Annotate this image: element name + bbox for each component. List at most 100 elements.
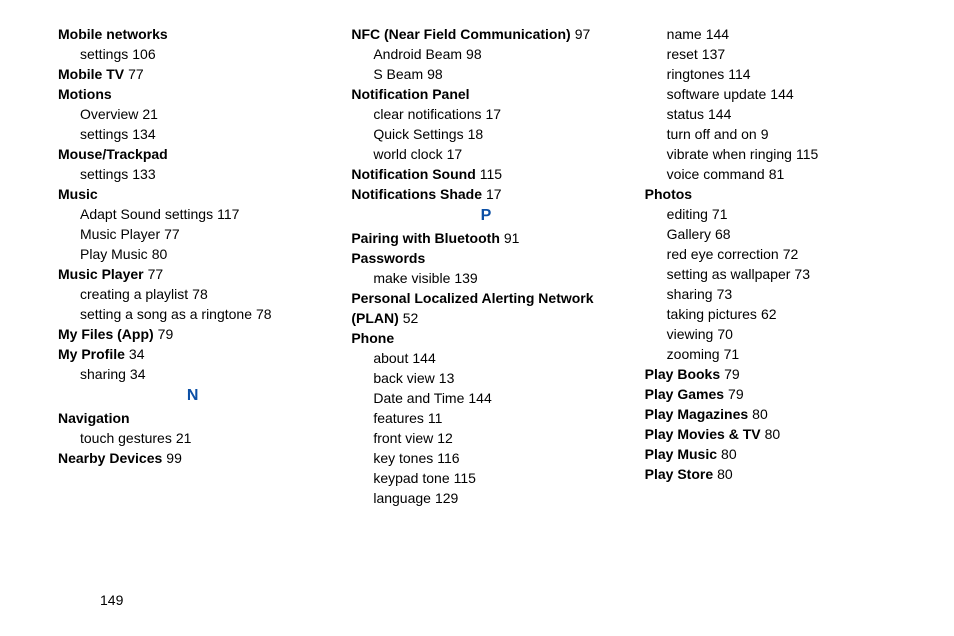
index-entry: Notification Panel <box>351 84 620 104</box>
index-subentry-page: 116 <box>437 450 459 466</box>
index-entry-term: Navigation <box>58 410 130 426</box>
index-subentry-page: 71 <box>724 346 740 362</box>
index-entry-term: Play Movies & TV <box>645 426 761 442</box>
index-entry: Play Music 80 <box>645 444 914 464</box>
index-subentry: touch gestures 21 <box>58 428 327 448</box>
section-letter: N <box>58 386 327 406</box>
index-subentry: Music Player 77 <box>58 224 327 244</box>
index-subentry-page: 73 <box>717 286 733 302</box>
index-subentry-term: setting a song as a ringtone <box>80 306 252 322</box>
column-2: NFC (Near Field Communication) 97Android… <box>351 24 620 508</box>
index-subentry-page: 17 <box>486 106 502 122</box>
index-subentry-term: keypad tone <box>373 470 449 486</box>
index-subentry-term: world clock <box>373 146 442 162</box>
index-subentry-term: Adapt Sound settings <box>80 206 213 222</box>
index-subentry-page: 9 <box>761 126 769 142</box>
index-subentry-term: settings <box>80 46 128 62</box>
index-subentry: taking pictures 62 <box>645 304 914 324</box>
index-subentry: features 11 <box>351 408 620 428</box>
index-subentry: vibrate when ringing 115 <box>645 144 914 164</box>
index-subentry: turn off and on 9 <box>645 124 914 144</box>
index-subentry: back view 13 <box>351 368 620 388</box>
index-entry: Mobile networks <box>58 24 327 44</box>
index-entry-term: Play Games <box>645 386 724 402</box>
index-subentry: status 144 <box>645 104 914 124</box>
index-entry-page: 97 <box>575 26 591 42</box>
index-entry-page: 17 <box>486 186 502 202</box>
index-entry-term: Motions <box>58 86 112 102</box>
index-subentry-page: 70 <box>717 326 733 342</box>
index-entry-page: 79 <box>728 386 744 402</box>
index-entry: Play Movies & TV 80 <box>645 424 914 444</box>
index-entry: Music Player 77 <box>58 264 327 284</box>
index-entry-term: Notifications Shade <box>351 186 482 202</box>
index-subentry: setting as wallpaper 73 <box>645 264 914 284</box>
index-subentry-term: key tones <box>373 450 433 466</box>
index-subentry-term: features <box>373 410 424 426</box>
index-subentry: reset 137 <box>645 44 914 64</box>
index-subentry-term: make visible <box>373 270 450 286</box>
index-subentry-page: 21 <box>176 430 192 446</box>
index-entry: Nearby Devices 99 <box>58 448 327 468</box>
index-entry-term: Notification Sound <box>351 166 475 182</box>
index-entry-term: Mouse/Trackpad <box>58 146 168 162</box>
index-subentry-page: 34 <box>130 366 146 382</box>
index-subentry-term: about <box>373 350 408 366</box>
index-page: Mobile networkssettings 106Mobile TV 77M… <box>0 0 954 636</box>
index-subentry-page: 114 <box>728 66 750 82</box>
index-subentry: keypad tone 115 <box>351 468 620 488</box>
index-subentry: make visible 139 <box>351 268 620 288</box>
column-1: Mobile networkssettings 106Mobile TV 77M… <box>58 24 327 508</box>
index-subentry-term: Quick Settings <box>373 126 463 142</box>
index-subentry-page: 62 <box>761 306 777 322</box>
index-subentry-page: 137 <box>702 46 725 62</box>
index-entry-term: Pairing with Bluetooth <box>351 230 500 246</box>
index-entry-page: 80 <box>717 466 733 482</box>
index-subentry: about 144 <box>351 348 620 368</box>
index-subentry-page: 73 <box>794 266 810 282</box>
index-subentry-term: turn off and on <box>667 126 757 142</box>
index-subentry-page: 115 <box>796 146 818 162</box>
index-subentry-page: 80 <box>152 246 168 262</box>
index-entry-term: Phone <box>351 330 394 346</box>
index-subentry-page: 18 <box>468 126 484 142</box>
index-subentry-term: vibrate when ringing <box>667 146 792 162</box>
index-subentry-page: 77 <box>164 226 180 242</box>
index-subentry-page: 134 <box>132 126 155 142</box>
index-entry-term: Nearby Devices <box>58 450 162 466</box>
index-entry-term: Photos <box>645 186 692 202</box>
index-subentry: Play Music 80 <box>58 244 327 264</box>
index-subentry-page: 117 <box>217 206 239 222</box>
index-subentry-term: editing <box>667 206 708 222</box>
index-subentry: ringtones 114 <box>645 64 914 84</box>
index-entry-term: Play Magazines <box>645 406 749 422</box>
index-subentry: Android Beam 98 <box>351 44 620 64</box>
index-entry-term: Notification Panel <box>351 86 469 102</box>
index-subentry: editing 71 <box>645 204 914 224</box>
index-entry-page: 77 <box>148 266 164 282</box>
index-entry-term: Play Music <box>645 446 717 462</box>
index-subentry-term: reset <box>667 46 698 62</box>
section-letter-text: N <box>187 387 199 404</box>
index-entry: Play Magazines 80 <box>645 404 914 424</box>
index-subentry-page: 133 <box>132 166 155 182</box>
index-subentry-page: 78 <box>256 306 272 322</box>
index-subentry: creating a playlist 78 <box>58 284 327 304</box>
index-subentry: setting a song as a ringtone 78 <box>58 304 327 324</box>
index-subentry-term: sharing <box>80 366 126 382</box>
index-entry-term: Personal Localized Alerting Network (PLA… <box>351 290 593 326</box>
index-subentry: sharing 73 <box>645 284 914 304</box>
index-subentry-term: taking pictures <box>667 306 757 322</box>
section-letter: P <box>351 206 620 226</box>
index-subentry: Gallery 68 <box>645 224 914 244</box>
index-entry: Play Store 80 <box>645 464 914 484</box>
index-subentry: settings 106 <box>58 44 327 64</box>
index-subentry-page: 68 <box>715 226 731 242</box>
index-subentry-page: 129 <box>435 490 458 506</box>
index-subentry-term: Date and Time <box>373 390 464 406</box>
index-subentry: name 144 <box>645 24 914 44</box>
index-subentry-term: setting as wallpaper <box>667 266 791 282</box>
index-subentry-page: 17 <box>447 146 463 162</box>
index-subentry-term: name <box>667 26 702 42</box>
index-entry-page: 52 <box>403 310 419 326</box>
